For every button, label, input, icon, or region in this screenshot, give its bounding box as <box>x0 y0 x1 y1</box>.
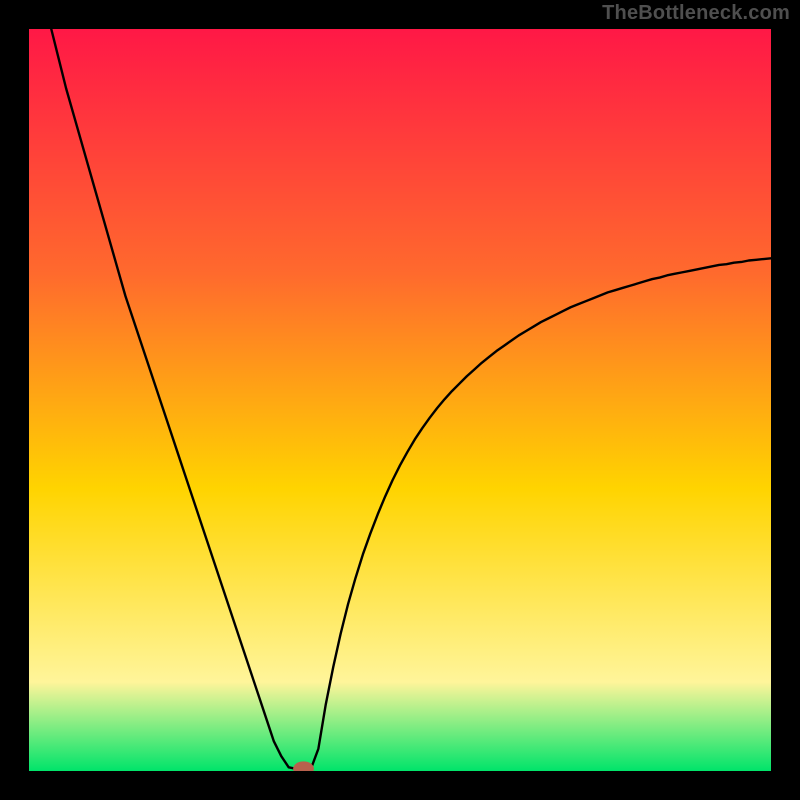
chart-frame: TheBottleneck.com <box>0 0 800 800</box>
gradient-background <box>29 29 771 771</box>
plot-svg <box>29 29 771 771</box>
plot-area <box>29 29 771 771</box>
watermark-text: TheBottleneck.com <box>602 2 790 25</box>
